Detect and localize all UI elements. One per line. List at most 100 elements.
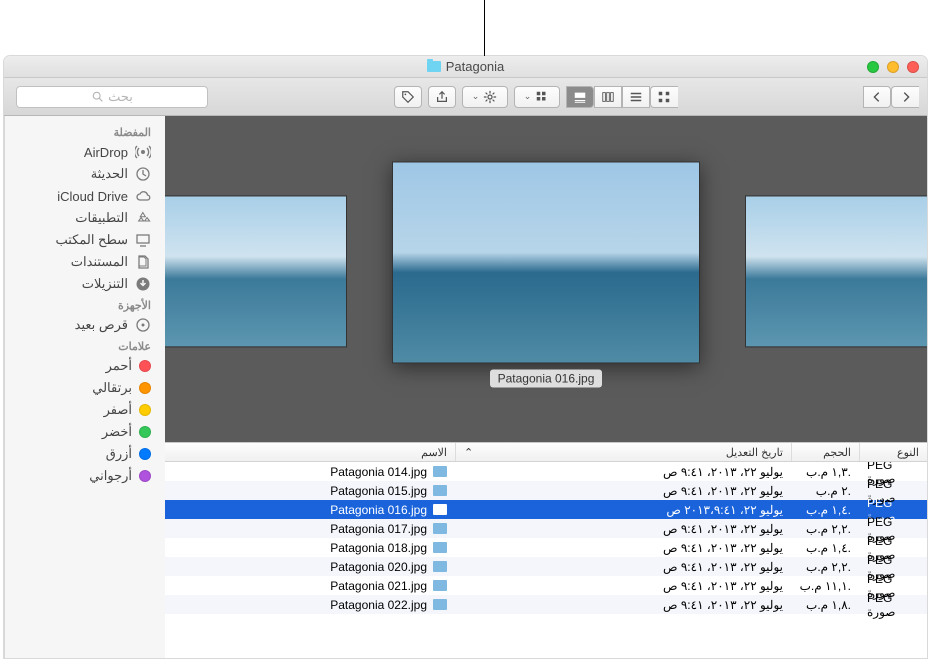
sidebar: المفضلة AirDrop الحديثة iCloud Drive التطبي… bbox=[4, 116, 165, 658]
finder-window: Patagonia ⌄ ⌄ بحث bbox=[4, 56, 927, 658]
coverflow-next-image[interactable] bbox=[745, 195, 927, 347]
view-list-button[interactable] bbox=[622, 86, 650, 108]
file-row[interactable]: Patagonia 016.jpgيوليو ٢٢، ٢٠١٣،٩:٤١ ص١,… bbox=[165, 500, 927, 519]
back-button[interactable] bbox=[863, 86, 891, 108]
sidebar-item-tag[interactable]: أحمر bbox=[5, 355, 165, 377]
sidebar-item-label: أحمر bbox=[106, 358, 132, 374]
coverflow-prev-image[interactable] bbox=[165, 195, 347, 347]
minimize-button[interactable] bbox=[887, 61, 899, 73]
columns-icon bbox=[601, 90, 615, 104]
file-list[interactable]: Patagonia 014.jpgيوليو ٢٢، ٢٠١٣، ٩:٤١ ص١… bbox=[165, 462, 927, 658]
coverflow-selected[interactable]: Patagonia 016.jpg bbox=[392, 161, 700, 387]
forward-button[interactable] bbox=[891, 86, 919, 108]
search-field[interactable]: بحث bbox=[16, 86, 208, 108]
search-icon bbox=[91, 90, 104, 103]
tag-icon bbox=[139, 448, 151, 460]
cell-size: ١,٨ م.ب. bbox=[791, 598, 859, 612]
chevron-down-icon: ⌄ bbox=[472, 91, 480, 102]
sidebar-item-label: أصفر bbox=[104, 402, 132, 418]
cell-name: Patagonia 021.jpg bbox=[165, 579, 455, 593]
file-row[interactable]: Patagonia 015.jpgيوليو ٢٢، ٢٠١٣، ٩:٤١ ص٢… bbox=[165, 481, 927, 500]
cell-date: يوليو ٢٢، ٢٠١٣، ٩:٤١ ص bbox=[455, 465, 791, 479]
close-button[interactable] bbox=[907, 61, 919, 73]
view-icon-button[interactable] bbox=[650, 86, 678, 108]
image-file-icon bbox=[433, 466, 447, 477]
sidebar-item-favorite[interactable]: التطبيقات bbox=[5, 207, 165, 229]
sidebar-item-label: الحديثة bbox=[91, 166, 128, 182]
arrange-icon bbox=[535, 90, 549, 104]
sidebar-item-favorite[interactable]: الحديثة bbox=[5, 163, 165, 185]
cell-name: Patagonia 016.jpg bbox=[165, 503, 455, 517]
coverflow-image bbox=[392, 161, 700, 363]
cell-size: ١١,١ م.ب. bbox=[791, 579, 859, 593]
sidebar-item-tag[interactable]: أصفر bbox=[5, 399, 165, 421]
sort-caret-icon: ⌃ bbox=[464, 446, 473, 459]
titlebar[interactable]: Patagonia bbox=[4, 56, 927, 78]
tags-button[interactable] bbox=[394, 86, 422, 108]
toolbar: ⌄ ⌄ بحث bbox=[4, 78, 927, 116]
column-name[interactable]: الاسم bbox=[165, 443, 455, 461]
cell-size: ٢,٢ م.ب. bbox=[791, 560, 859, 574]
sidebar-item-label: iCloud Drive bbox=[57, 189, 128, 204]
file-row[interactable]: Patagonia 022.jpgيوليو ٢٢، ٢٠١٣، ٩:٤١ ص١… bbox=[165, 595, 927, 614]
chevron-right-icon bbox=[899, 90, 913, 104]
cell-kind: PEG صورة bbox=[859, 591, 927, 619]
view-columns-button[interactable] bbox=[594, 86, 622, 108]
file-row[interactable]: Patagonia 018.jpgيوليو ٢٢، ٢٠١٣، ٩:٤١ ص١… bbox=[165, 538, 927, 557]
sidebar-item-tag[interactable]: أرجواني bbox=[5, 465, 165, 487]
window-title: Patagonia bbox=[446, 59, 505, 74]
sidebar-item-device[interactable]: قرص بعيد bbox=[5, 314, 165, 336]
cell-name: Patagonia 014.jpg bbox=[165, 465, 455, 479]
tag-icon bbox=[401, 90, 415, 104]
sidebar-item-favorite[interactable]: سطح المكتب bbox=[5, 229, 165, 251]
window-body: Patagonia 016.jpg الاسم ⌃ تاريخ التعديل … bbox=[4, 116, 927, 658]
cloud-icon bbox=[135, 188, 151, 204]
sidebar-item-favorite[interactable]: المستندات bbox=[5, 251, 165, 273]
downloads-icon bbox=[135, 276, 151, 292]
sidebar-item-label: AirDrop bbox=[84, 145, 128, 160]
image-file-icon bbox=[433, 523, 447, 534]
image-file-icon bbox=[433, 542, 447, 553]
sidebar-item-label: برتقالي bbox=[92, 380, 132, 396]
tag-icon bbox=[139, 382, 151, 394]
image-file-icon bbox=[433, 599, 447, 610]
file-row[interactable]: Patagonia 017.jpgيوليو ٢٢، ٢٠١٣، ٩:٤١ ص٢… bbox=[165, 519, 927, 538]
cell-name: Patagonia 015.jpg bbox=[165, 484, 455, 498]
arrange-button[interactable]: ⌄ bbox=[514, 86, 560, 108]
view-coverflow-button[interactable] bbox=[566, 86, 594, 108]
actions-button[interactable]: ⌄ bbox=[462, 86, 508, 108]
window-title-wrap: Patagonia bbox=[427, 59, 505, 74]
maximize-button[interactable] bbox=[867, 61, 879, 73]
coverflow-area[interactable]: Patagonia 016.jpg bbox=[165, 116, 927, 442]
search-placeholder: بحث bbox=[108, 89, 133, 105]
file-row[interactable]: Patagonia 014.jpgيوليو ٢٢، ٢٠١٣، ٩:٤١ ص١… bbox=[165, 462, 927, 481]
column-size[interactable]: الحجم bbox=[791, 443, 859, 461]
sidebar-item-favorite[interactable]: iCloud Drive bbox=[5, 185, 165, 207]
traffic-lights bbox=[867, 61, 919, 73]
tags-heading: علامات bbox=[5, 336, 165, 355]
folder-icon bbox=[427, 61, 441, 72]
sidebar-item-label: أزرق bbox=[106, 446, 132, 462]
cell-size: ١,٤ م.ب. bbox=[791, 503, 859, 517]
cell-size: ٢ م.ب. bbox=[791, 484, 859, 498]
cell-size: ١,٤ م.ب. bbox=[791, 541, 859, 555]
image-file-icon bbox=[433, 504, 447, 515]
sidebar-item-favorite[interactable]: AirDrop bbox=[5, 141, 165, 163]
share-button[interactable] bbox=[428, 86, 456, 108]
sidebar-item-tag[interactable]: أخضر bbox=[5, 421, 165, 443]
cell-name: Patagonia 018.jpg bbox=[165, 541, 455, 555]
sidebar-item-label: التنزيلات bbox=[82, 276, 128, 292]
main-content: Patagonia 016.jpg الاسم ⌃ تاريخ التعديل … bbox=[165, 116, 927, 658]
sidebar-item-tag[interactable]: برتقالي bbox=[5, 377, 165, 399]
column-date[interactable]: ⌃ تاريخ التعديل bbox=[455, 443, 791, 461]
file-row[interactable]: Patagonia 020.jpgيوليو ٢٢، ٢٠١٣، ٩:٤١ ص٢… bbox=[165, 557, 927, 576]
sidebar-item-tag[interactable]: أزرق bbox=[5, 443, 165, 465]
sidebar-item-favorite[interactable]: التنزيلات bbox=[5, 273, 165, 295]
column-kind[interactable]: النوع bbox=[859, 443, 927, 461]
cell-date: يوليو ٢٢، ٢٠١٣، ٩:٤١ ص bbox=[455, 560, 791, 574]
favorites-heading: المفضلة bbox=[5, 122, 165, 141]
chevron-down-icon: ⌄ bbox=[524, 91, 532, 102]
cell-date: يوليو ٢٢، ٢٠١٣،٩:٤١ ص bbox=[455, 503, 791, 517]
cell-name: Patagonia 017.jpg bbox=[165, 522, 455, 536]
file-row[interactable]: Patagonia 021.jpgيوليو ٢٢، ٢٠١٣، ٩:٤١ ص١… bbox=[165, 576, 927, 595]
